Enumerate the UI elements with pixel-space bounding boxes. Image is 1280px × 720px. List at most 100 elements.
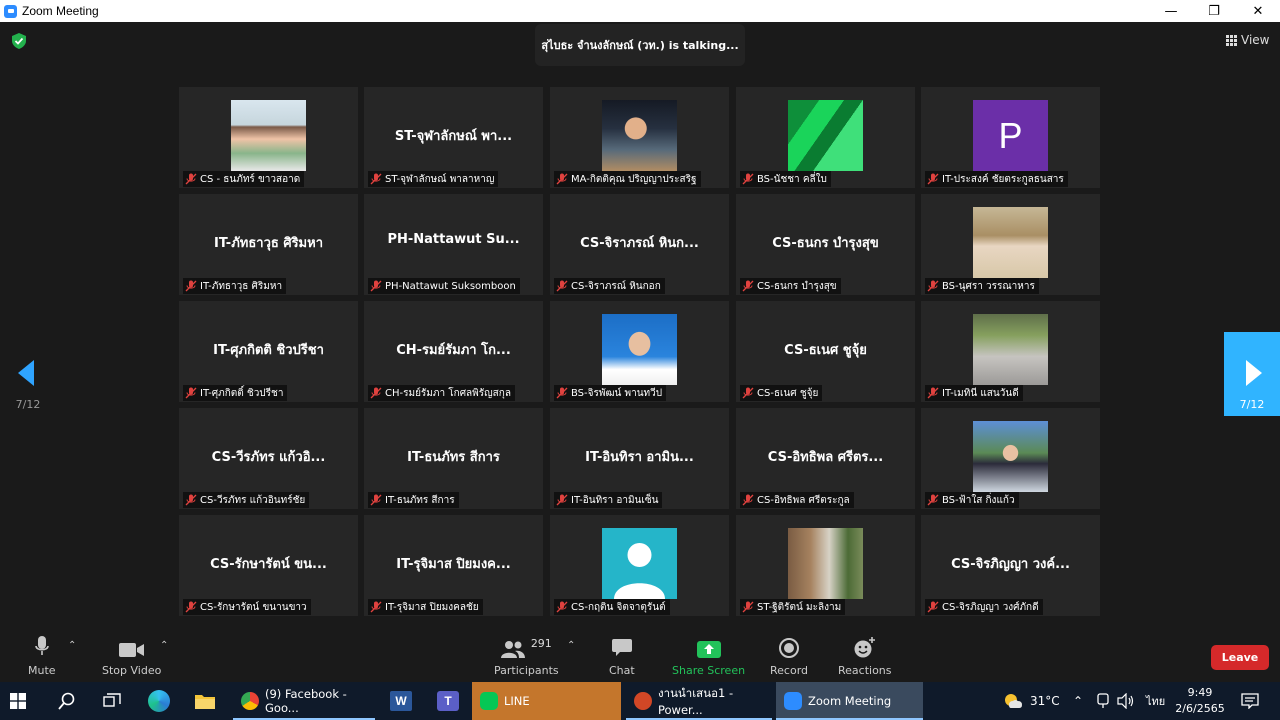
participant-tile[interactable]: IT-ธนภัทร สีการ IT-ธนภัทร สีการ xyxy=(364,408,543,509)
participant-name: IT-เมทินี แสนวันดี xyxy=(942,387,1019,399)
participant-tile[interactable]: IT-เมทินี แสนวันดี xyxy=(921,301,1100,402)
participant-name-label: CS-รักษารัตน์ ขนานขาว xyxy=(183,599,311,615)
close-button[interactable]: ✕ xyxy=(1236,0,1280,22)
folder-icon xyxy=(195,695,215,709)
zoom-taskbar-label: Zoom Meeting xyxy=(808,694,892,708)
participant-name: MA-กิตติคุณ ปริญญาประสริฐ xyxy=(571,173,697,185)
muted-microphone-icon xyxy=(556,601,568,613)
participant-tile[interactable]: ST-ฐิติรัตน์ มะลิงาม xyxy=(736,515,915,616)
clock[interactable]: 9:49 2/6/2565 xyxy=(1175,682,1225,720)
participant-name-label: BS-นุศรา วรรณาหาร xyxy=(925,278,1039,294)
participant-name-label: IT-ธนภัทร สีการ xyxy=(368,492,459,508)
participant-name: IT-ธนภัทร สีการ xyxy=(385,494,455,506)
stop-video-button[interactable]: Stop Video xyxy=(102,636,161,677)
participant-name-label: BS-นัชชา คลี่ใบ xyxy=(740,171,831,187)
participant-tile[interactable]: CS-ธเนศ ชูจุ้ย CS-ธเนศ ชูจุ้ย xyxy=(736,301,915,402)
participant-tile[interactable]: BS-นัชชา คลี่ใบ xyxy=(736,87,915,188)
participant-display-name: CS-อิทธิพล ศรีตร... xyxy=(767,450,884,465)
participant-tile[interactable]: CS-รักษารัตน์ ขน... CS-รักษารัตน์ ขนานขาว xyxy=(179,515,358,616)
volume-icon[interactable] xyxy=(1117,682,1135,720)
reactions-button[interactable]: Reactions xyxy=(838,636,892,677)
participant-display-name: PH-Nattawut Su... xyxy=(387,232,520,247)
participant-video-frame xyxy=(602,314,677,385)
muted-microphone-icon xyxy=(185,601,197,613)
muted-microphone-icon xyxy=(185,280,197,292)
participant-tile[interactable]: CS-จิรภิญญา วงค์... CS-จิรภิญญา วงศ์ภักดี xyxy=(921,515,1100,616)
participants-options-caret[interactable]: ⌃ xyxy=(567,640,575,651)
zoom-taskbar-button[interactable]: Zoom Meeting xyxy=(776,682,923,720)
participant-tile[interactable]: CS - ธนภัทร์ ขาวสอาด xyxy=(179,87,358,188)
weather-widget[interactable]: 31°C xyxy=(1003,682,1060,720)
network-icon[interactable] xyxy=(1096,682,1110,720)
restore-button[interactable]: ❐ xyxy=(1192,0,1236,22)
teams-taskbar-button[interactable]: T xyxy=(437,682,461,720)
participant-name-label: CS - ธนภัทร์ ขาวสอาด xyxy=(183,171,305,187)
participant-tile[interactable]: CS-วีรภัทร แก้วอิ... CS-วีรภัทร แก้วอินทร… xyxy=(179,408,358,509)
notifications-button[interactable] xyxy=(1241,682,1259,720)
participant-tile[interactable]: PH-Nattawut Su... PH-Nattawut Suksomboon xyxy=(364,194,543,295)
participant-tile[interactable]: BS-นุศรา วรรณาหาร xyxy=(921,194,1100,295)
facebook-chrome-taskbar-button[interactable]: (9) Facebook - Goo... xyxy=(233,682,375,720)
muted-microphone-icon xyxy=(927,601,939,613)
participant-tile[interactable]: CH-รมย์รัมภา โก... CH-รมย์รัมภา โกศลพิรัญ… xyxy=(364,301,543,402)
speaker-icon xyxy=(1117,693,1134,709)
participant-tile[interactable]: CS-อิทธิพล ศรีตร... CS-อิทธิพล ศรีตระกูล xyxy=(736,408,915,509)
participant-display-name: CH-รมย์รัมภา โก... xyxy=(396,343,511,358)
participant-tile[interactable]: CS-กฤติน จิตจาตุรันต์ xyxy=(550,515,729,616)
participant-tile[interactable]: IT-รุจิมาส ปิยมงค... IT-รุจิมาส ปิยมงคลชั… xyxy=(364,515,543,616)
participant-name: IT-รุจิมาส ปิยมงคลชัย xyxy=(385,601,479,613)
teams-icon: T xyxy=(437,691,459,711)
participant-video-frame xyxy=(788,100,863,171)
file-explorer-button[interactable] xyxy=(195,682,217,720)
participant-name: ST-ฐิติรัตน์ มะลิงาม xyxy=(757,601,842,613)
line-taskbar-button[interactable]: LINE xyxy=(472,682,621,720)
participant-name-label: IT-รุจิมาส ปิยมงคลชัย xyxy=(368,599,483,615)
participant-tile[interactable]: IT-ภัทธาวุธ ศิริมหา IT-ภัทธาวุธ ศิริมหา xyxy=(179,194,358,295)
audio-options-caret[interactable]: ⌃ xyxy=(68,640,76,651)
participant-tile[interactable]: IT-อินทิรา อามิน... IT-อินทิรา อามินเซ็น xyxy=(550,408,729,509)
task-view-button[interactable] xyxy=(103,682,125,720)
view-button[interactable]: View xyxy=(1226,33,1269,47)
line-app-icon xyxy=(480,692,498,710)
muted-microphone-icon xyxy=(742,601,754,613)
participants-button[interactable]: 291 Participants xyxy=(494,636,559,677)
default-avatar-icon xyxy=(602,528,677,599)
participant-tile[interactable]: CS-จิราภรณ์ หินก... CS-จิราภรณ์ หินกอก xyxy=(550,194,729,295)
participant-display-name: IT-ศุภกิตติ ชิวปรีชา xyxy=(213,343,324,358)
security-shield-icon[interactable] xyxy=(12,33,26,49)
grid-view-icon xyxy=(1226,34,1237,46)
start-button[interactable] xyxy=(10,682,36,720)
participant-tile[interactable]: P IT-ประสงค์ ชัยตระกูลธนสาร xyxy=(921,87,1100,188)
word-taskbar-button[interactable]: W xyxy=(390,682,414,720)
muted-microphone-icon xyxy=(927,387,939,399)
previous-page-button[interactable]: 7/12 xyxy=(0,332,56,416)
leave-button[interactable]: Leave xyxy=(1211,645,1269,670)
chat-button[interactable]: Chat xyxy=(609,636,635,677)
share-screen-button[interactable]: Share Screen xyxy=(672,636,745,677)
minimize-button[interactable]: — xyxy=(1149,0,1193,22)
muted-microphone-icon xyxy=(556,494,568,506)
zoom-logo-icon xyxy=(4,4,17,18)
search-button[interactable] xyxy=(58,682,80,720)
record-button[interactable]: Record xyxy=(770,636,808,677)
reactions-label: Reactions xyxy=(838,664,892,677)
participant-tile[interactable]: CS-ธนกร บำรุงสุข CS-ธนกร บำรุงสุข xyxy=(736,194,915,295)
input-language[interactable]: ไทย xyxy=(1146,682,1165,720)
participant-name: IT-อินทิรา อามินเซ็น xyxy=(571,494,659,506)
participant-name-label: ST-ฐิติรัตน์ มะลิงาม xyxy=(740,599,846,615)
muted-microphone-icon xyxy=(370,280,382,292)
participant-name: BS-นุศรา วรรณาหาร xyxy=(942,280,1035,292)
next-page-button[interactable]: 7/12 xyxy=(1224,332,1280,416)
edge-taskbar-button[interactable] xyxy=(148,682,174,720)
participant-tile[interactable]: ST-จุฬาลักษณ์ พา... ST-จุฬาลักษณ์ พาลาหาญ xyxy=(364,87,543,188)
participant-tile[interactable]: MA-กิตติคุณ ปริญญาประสริฐ xyxy=(550,87,729,188)
show-hidden-icons-button[interactable]: ⌃ xyxy=(1073,682,1083,720)
powerpoint-taskbar-button[interactable]: งานนำเสนอ1 - Power... xyxy=(626,682,772,720)
mute-button[interactable]: Mute xyxy=(28,636,56,677)
participant-tile[interactable]: BS-จิรพัฒน์ พานทวีป xyxy=(550,301,729,402)
video-options-caret[interactable]: ⌃ xyxy=(160,640,168,651)
search-icon xyxy=(58,692,75,710)
participant-tile[interactable]: BS-ฟ้าใส กิ่งแก้ว xyxy=(921,408,1100,509)
participant-name-label: IT-ศุภกิตติ์ ชิวปรีชา xyxy=(183,385,288,401)
participant-tile[interactable]: IT-ศุภกิตติ ชิวปรีชา IT-ศุภกิตติ์ ชิวปรีช… xyxy=(179,301,358,402)
